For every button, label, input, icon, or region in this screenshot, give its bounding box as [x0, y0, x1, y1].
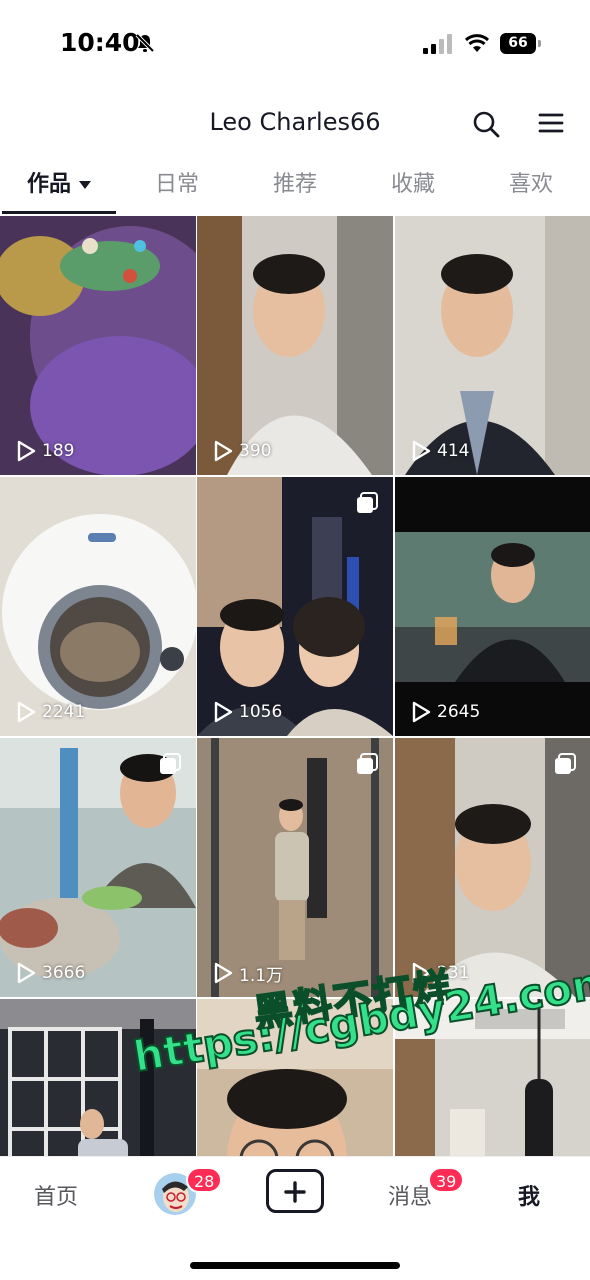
profile-tabs: 作品 日常 推荐 收藏 喜欢	[0, 160, 590, 216]
view-count: 2645	[411, 700, 480, 724]
tab-works[interactable]: 作品	[0, 160, 118, 216]
play-icon	[17, 440, 36, 462]
nav-messages[interactable]: 消息	[388, 1179, 432, 1211]
tab-favorites[interactable]: 收藏	[354, 160, 472, 216]
view-count-text: 231	[437, 963, 470, 983]
play-icon	[17, 701, 36, 723]
view-count-text: 1056	[239, 702, 283, 722]
plus-icon	[284, 1181, 306, 1203]
status-bar: 10:40 66	[0, 0, 590, 88]
video-grid: 189 390 414 2241 1056 2645 3666 1.1万 231	[0, 216, 590, 1156]
video-thumbnail	[197, 477, 393, 736]
view-count: 1.1万	[213, 961, 284, 986]
play-icon	[214, 440, 233, 462]
tab-label: 作品	[26, 172, 71, 197]
tab-likes[interactable]: 喜欢	[472, 160, 590, 216]
view-count: 189	[16, 439, 74, 463]
menu-icon[interactable]	[536, 108, 566, 138]
signal-icon	[423, 34, 452, 54]
video-tile[interactable]	[197, 999, 393, 1156]
play-icon	[412, 440, 431, 462]
view-count: 414	[411, 439, 469, 463]
video-thumbnail	[395, 738, 590, 997]
video-tile[interactable]	[0, 999, 196, 1156]
create-button[interactable]	[266, 1169, 324, 1213]
friends-badge: 28	[186, 1167, 223, 1193]
video-thumbnail	[395, 999, 590, 1156]
view-count: 3666	[16, 961, 85, 985]
home-indicator	[190, 1262, 400, 1269]
battery-icon: 66	[500, 33, 536, 54]
video-thumbnail	[0, 477, 196, 736]
view-count-text: 414	[437, 441, 470, 461]
video-thumbnail	[197, 999, 393, 1156]
caret-down-icon	[79, 181, 91, 189]
view-count-text: 189	[42, 441, 75, 461]
video-thumbnail	[395, 477, 590, 736]
view-count-text: 1.1万	[239, 965, 284, 986]
video-thumbnail	[197, 738, 393, 997]
view-count-text: 390	[239, 441, 272, 461]
video-thumbnail	[197, 216, 393, 475]
nav-home[interactable]: 首页	[34, 1179, 78, 1211]
wifi-icon	[464, 34, 490, 52]
multi-image-icon	[357, 753, 378, 774]
video-thumbnail	[0, 216, 196, 475]
video-tile[interactable]: 2645	[395, 477, 590, 736]
view-count-text: 2241	[42, 702, 86, 722]
status-time: 10:40	[60, 28, 140, 57]
video-thumbnail	[0, 999, 196, 1156]
view-count: 231	[411, 961, 469, 985]
battery-tip	[538, 40, 541, 47]
view-count: 2241	[16, 700, 85, 724]
active-tab-indicator	[2, 211, 116, 214]
video-tile[interactable]: 414	[395, 216, 590, 475]
video-tile[interactable]: 390	[197, 216, 393, 475]
play-icon	[412, 701, 431, 723]
video-tile[interactable]: 3666	[0, 738, 196, 997]
view-count: 390	[213, 439, 271, 463]
view-count-text: 2645	[437, 702, 481, 722]
video-tile[interactable]: 1.1万	[197, 738, 393, 997]
play-icon	[214, 962, 233, 984]
mute-icon	[135, 33, 155, 53]
video-thumbnail	[395, 216, 590, 475]
play-icon	[17, 962, 36, 984]
multi-image-icon	[357, 492, 378, 513]
play-icon	[412, 962, 431, 984]
view-count-text: 3666	[42, 963, 86, 983]
video-tile[interactable]: 1056	[197, 477, 393, 736]
multi-image-icon	[555, 753, 576, 774]
search-icon[interactable]	[470, 108, 502, 140]
tab-daily[interactable]: 日常	[118, 160, 236, 216]
nav-me[interactable]: 我	[518, 1179, 540, 1211]
video-tile[interactable]	[395, 999, 590, 1156]
play-icon	[214, 701, 233, 723]
view-count: 1056	[213, 700, 282, 724]
messages-badge: 39	[428, 1167, 465, 1193]
multi-image-icon	[160, 753, 181, 774]
video-tile[interactable]: 2241	[0, 477, 196, 736]
video-tile[interactable]: 231	[395, 738, 590, 997]
video-thumbnail	[0, 738, 196, 997]
bottom-navigation: 首页 28 消息 39 我	[0, 1156, 590, 1280]
video-tile[interactable]: 189	[0, 216, 196, 475]
profile-header: Leo Charles66	[0, 88, 590, 158]
tab-recommend[interactable]: 推荐	[236, 160, 354, 216]
